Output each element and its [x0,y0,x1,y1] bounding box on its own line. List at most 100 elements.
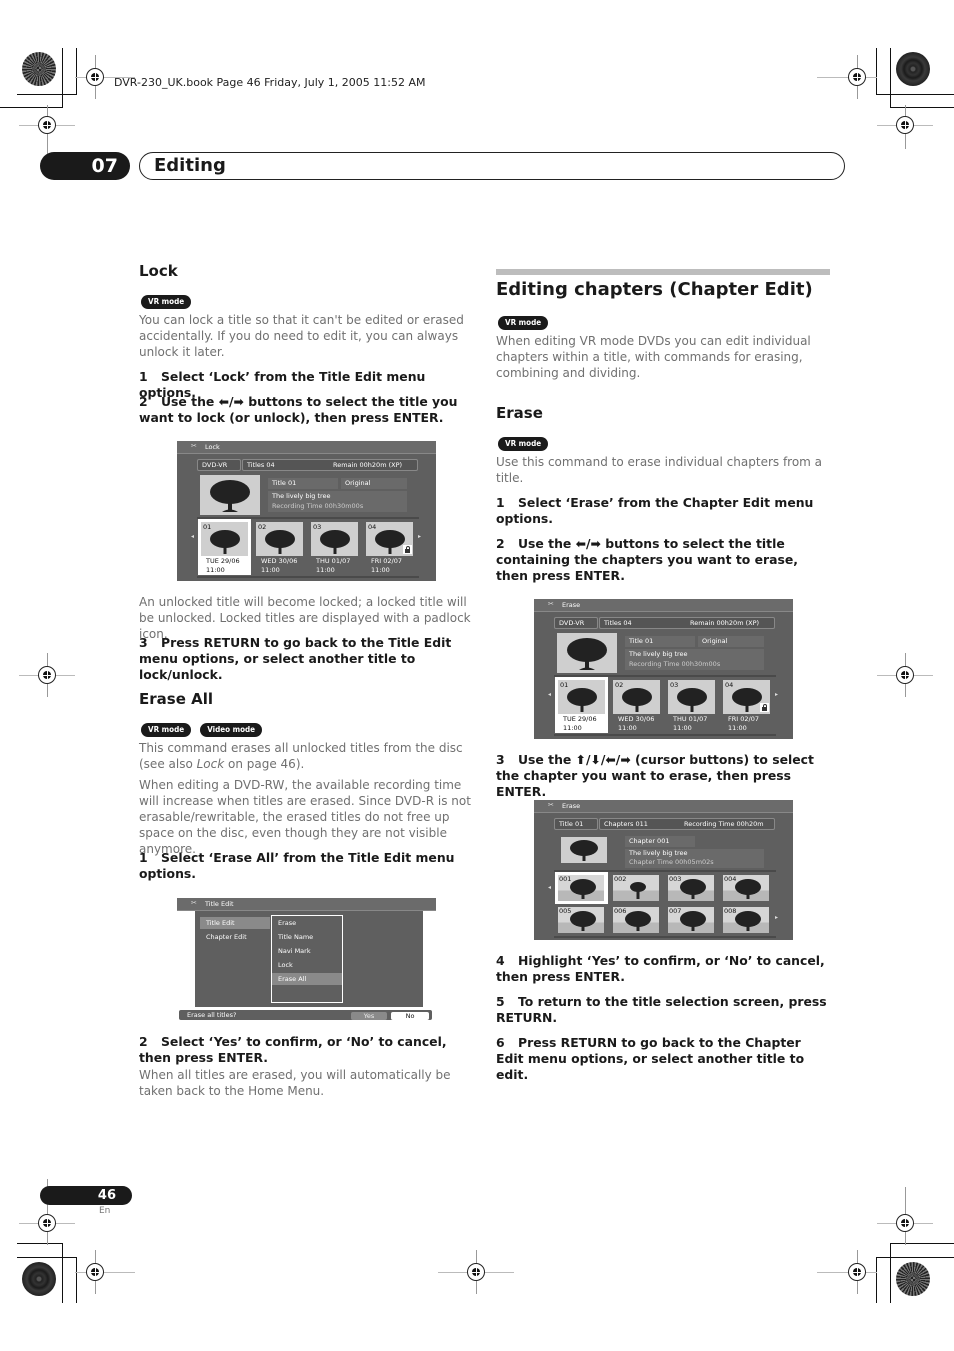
crop-mark [876,94,954,95]
scroll-left-arrow[interactable]: ◂ [548,884,551,891]
crop-mark [17,1243,63,1244]
registration-disc-icon [22,1262,56,1296]
chapter-thumbnail[interactable]: 002 [610,872,663,904]
erase-all-step-2: 2 Select ‘Yes’ to confirm, or ‘No’ to can… [139,1034,447,1065]
submenu-item[interactable]: Erase All [272,973,342,985]
tree-icon [210,480,250,512]
chapter-number: 003 [669,875,682,883]
crop-mark [17,1257,77,1258]
submenu-item[interactable]: Lock [272,959,342,971]
preview-thumbnail [557,633,617,673]
vr-mode-badge: VR mode [498,437,549,451]
thumbnail-date: THU 01/07 [316,557,351,565]
title-name: Title 01 [625,636,695,647]
yes-button[interactable]: Yes [351,1012,387,1020]
mode-badges: VR mode [141,289,195,309]
thumbnail-date: FRI 02/07 [728,715,759,723]
crop-mark [876,1257,877,1303]
erase-step-4: 4 Highlight ‘Yes’ to confirm, or ‘No’ to … [496,953,825,984]
scroll-right-arrow[interactable]: ▸ [418,533,421,540]
title-info: The lively big tree Recording Time 00h30… [625,649,764,670]
scroll-left-arrow[interactable]: ◂ [548,691,551,698]
title-thumbnail[interactable]: 03 THU 01/07 11:00 [665,677,718,733]
thumbnail-time: 11:00 [618,724,637,732]
crop-mark [890,1243,891,1303]
chapter-thumbnail[interactable]: 007 [665,904,718,936]
menu-item-title-edit[interactable]: Title Edit [200,917,270,929]
title-box: Title 01 [554,818,598,830]
thumbnail-number: 04 [725,681,734,689]
chapter-thumbnail[interactable]: 004 [720,872,773,904]
thumbnail-time: 11:00 [261,566,280,574]
chapter-thumbnail[interactable]: 006 [610,904,663,936]
title-thumbnail[interactable]: 04 FRI 02/07 11:00 [720,677,773,733]
section-heading-lock: Lock [139,262,178,280]
chapter-edit-intro: When editing VR mode DVDs you can edit i… [496,334,811,380]
chapter-number: 006 [614,907,627,915]
erase-all-after: When all titles are erased, you will aut… [139,1068,451,1098]
disc-type: DVD-VR [554,617,598,629]
chapter-number: 004 [724,875,737,883]
thumbnail-time: 11:00 [728,724,747,732]
thumbnail-number: 01 [560,681,569,689]
erase-all-note: When editing a DVD-RW, the available rec… [139,778,471,856]
section-heading-chapter-edit: Editing chapters (Chapter Edit) [496,279,813,300]
scroll-right-arrow[interactable]: ▸ [775,914,778,921]
screen-title: Title Edit [177,898,436,911]
chapter-number: 007 [669,907,682,915]
screen-title: Lock [177,441,436,454]
recording-time: Recording Time 00h20m [684,820,764,828]
chapter-number: 005 [559,907,572,915]
chapter-thumbnail[interactable]: 001 [555,872,608,904]
chapter-number: 008 [724,907,737,915]
padlock-icon [403,545,412,554]
video-mode-badge: Video mode [200,723,263,737]
menu-item-chapter-edit[interactable]: Chapter Edit [200,931,270,943]
thumbnail-time: 11:00 [316,566,335,574]
crop-mark [62,48,63,108]
thumbnail-number: 01 [203,523,212,531]
screen-title: Erase [534,599,793,612]
submenu-item[interactable]: Navi Mark [272,945,342,957]
lock-screen: Lock ✂ DVD-VR Titles 04 Remain 00h20m (X… [177,441,436,581]
edit-tool-icon: ✂ [191,442,197,450]
submenu-item[interactable]: Title Name [272,931,342,943]
scroll-left-arrow[interactable]: ◂ [191,533,194,540]
chapter-number: 07 [40,152,130,180]
registration-disc-icon [896,1262,930,1296]
page-number: 46 [40,1186,132,1205]
title-thumbnail[interactable]: 02 WED 30/06 11:00 [253,519,306,575]
title-thumbnail[interactable]: 02 WED 30/06 11:00 [610,677,663,733]
edit-tool-icon: ✂ [191,899,197,907]
crop-mark [76,1257,77,1303]
thumbnail-time: 11:00 [371,566,390,574]
section-heading-erase: Erase [496,404,543,422]
lock-intro: You can lock a title so that it can't be… [139,313,464,359]
title-edit-screen: Title Edit ✂ Title Edit Chapter Edit Era… [177,898,436,1023]
chapter-thumbnail[interactable]: 005 [555,904,608,936]
chapter-thumbnail[interactable]: 003 [665,872,718,904]
title-thumbnail[interactable]: 01 TUE 29/06 11:00 [555,677,608,733]
title-thumbnail[interactable]: 03 THU 01/07 11:00 [308,519,361,575]
no-button[interactable]: No [391,1012,429,1020]
erase-step-3: 3 Use the ⬆/⬇/⬅/➡ (cursor buttons) to sel… [496,752,814,799]
crop-mark [62,1243,63,1303]
erase-chapter-screen: Erase ✂ Title 01 Chapters 011 Recording … [534,800,793,940]
erase-intro: Use this command to erase individual cha… [496,455,823,485]
chapter-number: 002 [614,875,627,883]
thumbnail-number: 03 [670,681,679,689]
crop-mark [876,1257,954,1258]
prompt-text: Erase all titles? [187,1011,237,1019]
chapter-thumbnail[interactable]: 008 [720,904,773,936]
crop-mark [17,94,77,95]
scroll-right-arrow[interactable]: ▸ [775,691,778,698]
title-thumbnail[interactable]: 04 FRI 02/07 11:00 [363,519,416,575]
title-thumbnail[interactable]: 01 TUE 29/06 11:00 [198,519,251,575]
padlock-icon [760,703,769,712]
mode-badges: VR mode [498,431,552,451]
crop-mark [890,107,954,108]
submenu-item[interactable]: Erase [272,917,342,929]
crop-mark [76,48,77,94]
thumbnail-date: WED 30/06 [261,557,298,565]
erase-all-intro: This command erases all unlocked titles … [139,741,463,771]
